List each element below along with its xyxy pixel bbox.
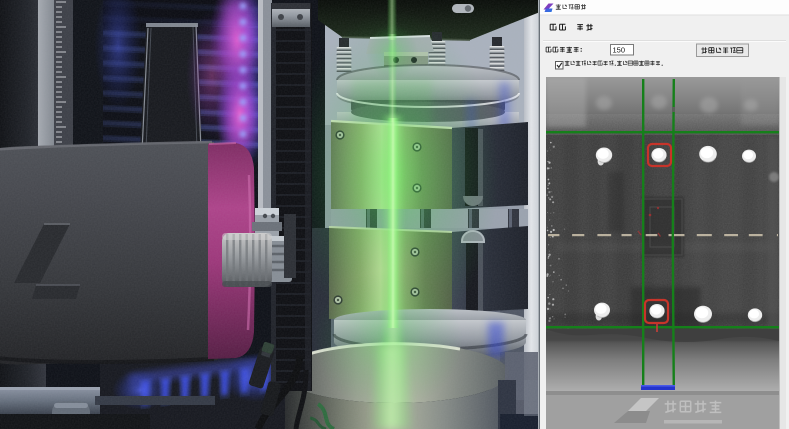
svg-text:150: 150 xyxy=(613,46,626,55)
